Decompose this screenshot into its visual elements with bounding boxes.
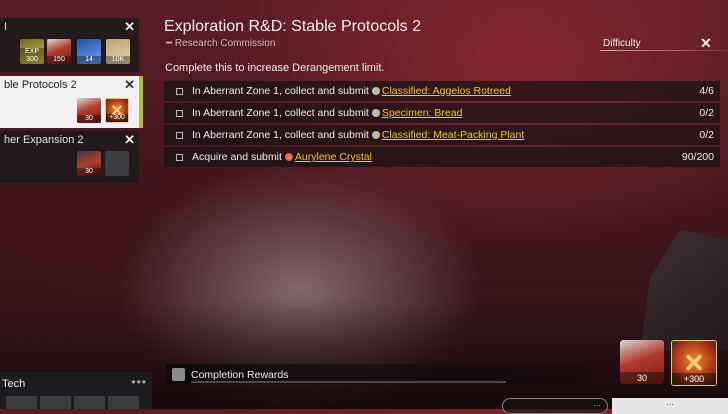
commission-card-3[interactable]: her Expansion 2 ✕ 30: [0, 131, 139, 183]
objective-row: Acquire and submit Aurylene Crystal 90/20…: [164, 147, 720, 167]
secondary-button[interactable]: …: [502, 398, 608, 414]
item-link[interactable]: Aurylene Crystal: [295, 151, 372, 163]
checkbox-icon: [176, 132, 183, 139]
completion-rewards-track: [191, 381, 506, 383]
item-link[interactable]: Classified: Meat-Packing Plant: [382, 129, 524, 141]
item-link[interactable]: Classified: Aggelos Rotreed: [382, 85, 511, 97]
exp-item: EXP 300: [20, 39, 44, 64]
currency-item: 10K: [106, 39, 130, 64]
objective-row: In Aberrant Zone 1, collect and submit Sp…: [164, 103, 720, 123]
crystal-icon: [284, 153, 293, 162]
primary-button[interactable]: …: [612, 398, 728, 414]
checkbox-icon: [176, 154, 183, 161]
objective-progress: 0/2: [699, 129, 714, 141]
scroll-icon: [371, 87, 380, 96]
completion-rewards-label: Completion Rewards: [191, 369, 289, 381]
background-rock: [640, 230, 728, 350]
close-icon[interactable]: ✕: [124, 19, 135, 35]
close-icon[interactable]: ✕: [700, 35, 712, 52]
character-item: [105, 151, 129, 176]
tech-slot[interactable]: [108, 396, 139, 409]
commission-card-2-selected[interactable]: ble Protocols 2 ✕ 30 ✕ +300: [0, 76, 143, 128]
checkbox-icon: [176, 110, 183, 117]
objective-progress: 0/2: [699, 107, 714, 119]
derangement-item: ✕ +300: [105, 98, 129, 123]
close-icon[interactable]: ✕: [124, 77, 135, 93]
tech-panel[interactable]: Tech •••: [0, 372, 152, 409]
objective-list: In Aberrant Zone 1, collect and submit Cl…: [164, 81, 720, 169]
box-icon: [172, 368, 185, 381]
bread-icon: [371, 109, 380, 118]
ore-item: 30: [77, 98, 101, 123]
commission-card-1[interactable]: I ✕ EXP 300 150 14 10K: [0, 18, 139, 72]
objective-progress: 4/6: [699, 85, 714, 97]
reward-derangement-item[interactable]: ✕ +300: [671, 340, 717, 386]
tech-slot[interactable]: [40, 396, 71, 409]
commission-card-title: I: [4, 21, 8, 33]
ore-item: 30: [77, 151, 101, 176]
objective-row: In Aberrant Zone 1, collect and submit Cl…: [164, 81, 720, 101]
difficulty-label: Difficulty: [603, 38, 641, 49]
close-icon[interactable]: ✕: [124, 132, 135, 148]
ticket-item: 14: [77, 39, 101, 64]
ore-item: 150: [47, 39, 71, 64]
checkbox-icon: [176, 88, 183, 95]
more-icon[interactable]: •••: [131, 375, 147, 389]
tech-slot[interactable]: [6, 396, 37, 409]
item-link[interactable]: Specimen: Bread: [382, 107, 463, 119]
commission-card-title: her Expansion 2: [4, 134, 84, 146]
scroll-icon: [371, 131, 380, 140]
objective-row: In Aberrant Zone 1, collect and submit Cl…: [164, 125, 720, 145]
quest-description: Complete this to increase Derangement li…: [165, 62, 385, 74]
tech-slot[interactable]: [74, 396, 105, 409]
quest-subtitle: ━ Research Commission: [166, 38, 276, 49]
commission-card-title: ble Protocols 2: [4, 79, 77, 91]
reward-ore-item[interactable]: 30: [620, 340, 664, 384]
quest-title: Exploration R&D: Stable Protocols 2: [164, 18, 422, 35]
objective-progress: 90/200: [681, 151, 714, 163]
tech-label: Tech: [2, 378, 26, 390]
